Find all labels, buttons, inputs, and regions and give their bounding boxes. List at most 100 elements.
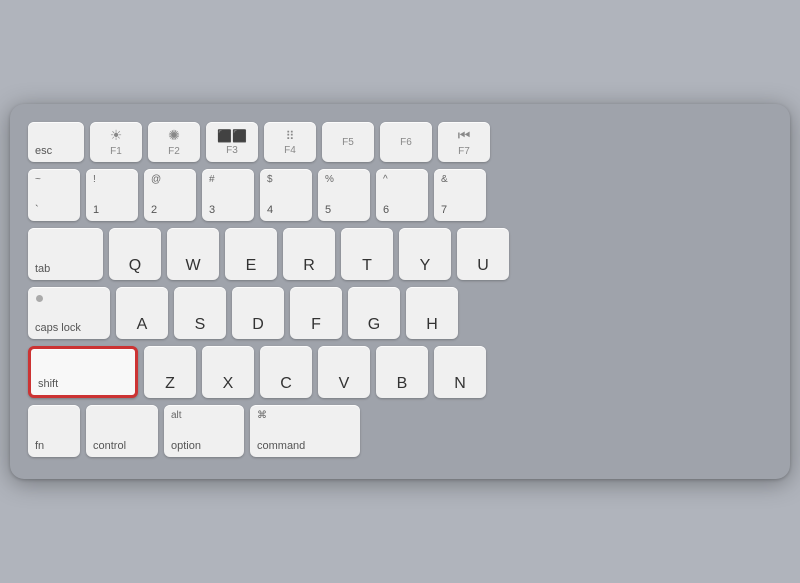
f7-icon: ⏮ xyxy=(458,127,471,144)
key-7-top: & xyxy=(441,174,448,185)
key-h[interactable]: H xyxy=(406,287,458,339)
key-g[interactable]: G xyxy=(348,287,400,339)
zxcv-row: shift Z X C V B N xyxy=(28,346,772,398)
key-3[interactable]: # 3 xyxy=(202,169,254,221)
key-fn[interactable]: fn xyxy=(28,405,80,457)
key-x[interactable]: X xyxy=(202,346,254,398)
f4-icon: ⠿ xyxy=(286,129,295,143)
key-f4[interactable]: ⠿ F4 xyxy=(264,122,316,162)
capslock-dot xyxy=(36,295,43,302)
f1-icon: ☀ xyxy=(110,127,123,144)
key-t-letter: T xyxy=(362,257,372,275)
f7-label: F7 xyxy=(458,146,470,157)
key-g-letter: G xyxy=(368,316,380,334)
key-7[interactable]: & 7 xyxy=(434,169,486,221)
key-4[interactable]: $ 4 xyxy=(260,169,312,221)
key-fn-label: fn xyxy=(35,440,44,452)
key-3-bottom: 3 xyxy=(209,204,215,216)
key-capslock-label: caps lock xyxy=(35,322,81,334)
f1-label: F1 xyxy=(110,146,122,157)
key-shift-left-label: shift xyxy=(38,378,58,390)
key-f5[interactable]: F5 xyxy=(322,122,374,162)
key-f[interactable]: F xyxy=(290,287,342,339)
key-tab[interactable]: tab xyxy=(28,228,103,280)
key-1[interactable]: ! 1 xyxy=(86,169,138,221)
key-f1[interactable]: ☀ F1 xyxy=(90,122,142,162)
qwerty-row: tab Q W E R T Y U xyxy=(28,228,772,280)
fn-row: esc ☀ F1 ✺ F2 ⬛⬛ F3 ⠿ F4 F5 F6 ⏮ F7 xyxy=(28,122,772,162)
key-w-letter: W xyxy=(185,257,200,275)
key-d[interactable]: D xyxy=(232,287,284,339)
key-q[interactable]: Q xyxy=(109,228,161,280)
key-shift-left[interactable]: shift xyxy=(28,346,138,398)
key-b[interactable]: B xyxy=(376,346,428,398)
key-r-letter: R xyxy=(303,257,315,275)
keyboard: esc ☀ F1 ✺ F2 ⬛⬛ F3 ⠿ F4 F5 F6 ⏮ F7 xyxy=(10,104,790,479)
key-command-top: ⌘ xyxy=(257,410,267,421)
f3-label: F3 xyxy=(226,145,238,156)
bottom-row: fn control alt option ⌘ command xyxy=(28,405,772,457)
key-v[interactable]: V xyxy=(318,346,370,398)
key-2-top: @ xyxy=(151,174,161,185)
key-s[interactable]: S xyxy=(174,287,226,339)
key-y-letter: Y xyxy=(420,257,431,275)
key-c-letter: C xyxy=(280,375,292,393)
f2-label: F2 xyxy=(168,146,180,157)
key-u-letter: U xyxy=(477,257,489,275)
key-n-letter: N xyxy=(454,375,466,393)
key-c[interactable]: C xyxy=(260,346,312,398)
key-1-top: ! xyxy=(93,174,96,185)
f2-icon: ✺ xyxy=(168,127,180,144)
key-v-letter: V xyxy=(339,375,350,393)
f5-label: F5 xyxy=(342,137,354,148)
key-y[interactable]: Y xyxy=(399,228,451,280)
key-z[interactable]: Z xyxy=(144,346,196,398)
key-4-bottom: 4 xyxy=(267,204,273,216)
key-2[interactable]: @ 2 xyxy=(144,169,196,221)
key-esc[interactable]: esc xyxy=(28,122,84,162)
key-option[interactable]: alt option xyxy=(164,405,244,457)
key-t[interactable]: T xyxy=(341,228,393,280)
key-u[interactable]: U xyxy=(457,228,509,280)
key-w[interactable]: W xyxy=(167,228,219,280)
f3-icon: ⬛⬛ xyxy=(217,129,247,143)
key-f7[interactable]: ⏮ F7 xyxy=(438,122,490,162)
key-e-letter: E xyxy=(246,257,257,275)
key-q-letter: Q xyxy=(129,257,141,275)
key-command[interactable]: ⌘ command xyxy=(250,405,360,457)
key-3-top: # xyxy=(209,174,215,185)
key-5[interactable]: % 5 xyxy=(318,169,370,221)
key-5-bottom: 5 xyxy=(325,204,331,216)
key-control-label: control xyxy=(93,440,126,452)
key-s-letter: S xyxy=(195,316,206,334)
key-f-letter: F xyxy=(311,316,321,334)
number-row: ~ ` ! 1 @ 2 # 3 $ 4 % 5 ^ 6 & 7 xyxy=(28,169,772,221)
key-7-bottom: 7 xyxy=(441,204,447,216)
key-f2[interactable]: ✺ F2 xyxy=(148,122,200,162)
key-tilde-bottom: ` xyxy=(35,204,39,216)
key-a-letter: A xyxy=(137,316,148,334)
key-f3[interactable]: ⬛⬛ F3 xyxy=(206,122,258,162)
f4-label: F4 xyxy=(284,145,296,156)
key-1-bottom: 1 xyxy=(93,204,99,216)
key-r[interactable]: R xyxy=(283,228,335,280)
key-capslock[interactable]: caps lock xyxy=(28,287,110,339)
key-2-bottom: 2 xyxy=(151,204,157,216)
key-h-letter: H xyxy=(426,316,438,334)
key-tilde-top: ~ xyxy=(35,174,41,185)
key-tilde[interactable]: ~ ` xyxy=(28,169,80,221)
key-tab-label: tab xyxy=(35,263,50,275)
key-n[interactable]: N xyxy=(434,346,486,398)
key-a[interactable]: A xyxy=(116,287,168,339)
key-option-bottom: option xyxy=(171,440,201,452)
asdf-row: caps lock A S D F G H xyxy=(28,287,772,339)
key-e[interactable]: E xyxy=(225,228,277,280)
key-control[interactable]: control xyxy=(86,405,158,457)
key-4-top: $ xyxy=(267,174,273,185)
key-x-letter: X xyxy=(223,375,234,393)
key-z-letter: Z xyxy=(165,375,175,393)
key-option-top: alt xyxy=(171,410,182,421)
key-6[interactable]: ^ 6 xyxy=(376,169,428,221)
key-d-letter: D xyxy=(252,316,264,334)
key-f6[interactable]: F6 xyxy=(380,122,432,162)
